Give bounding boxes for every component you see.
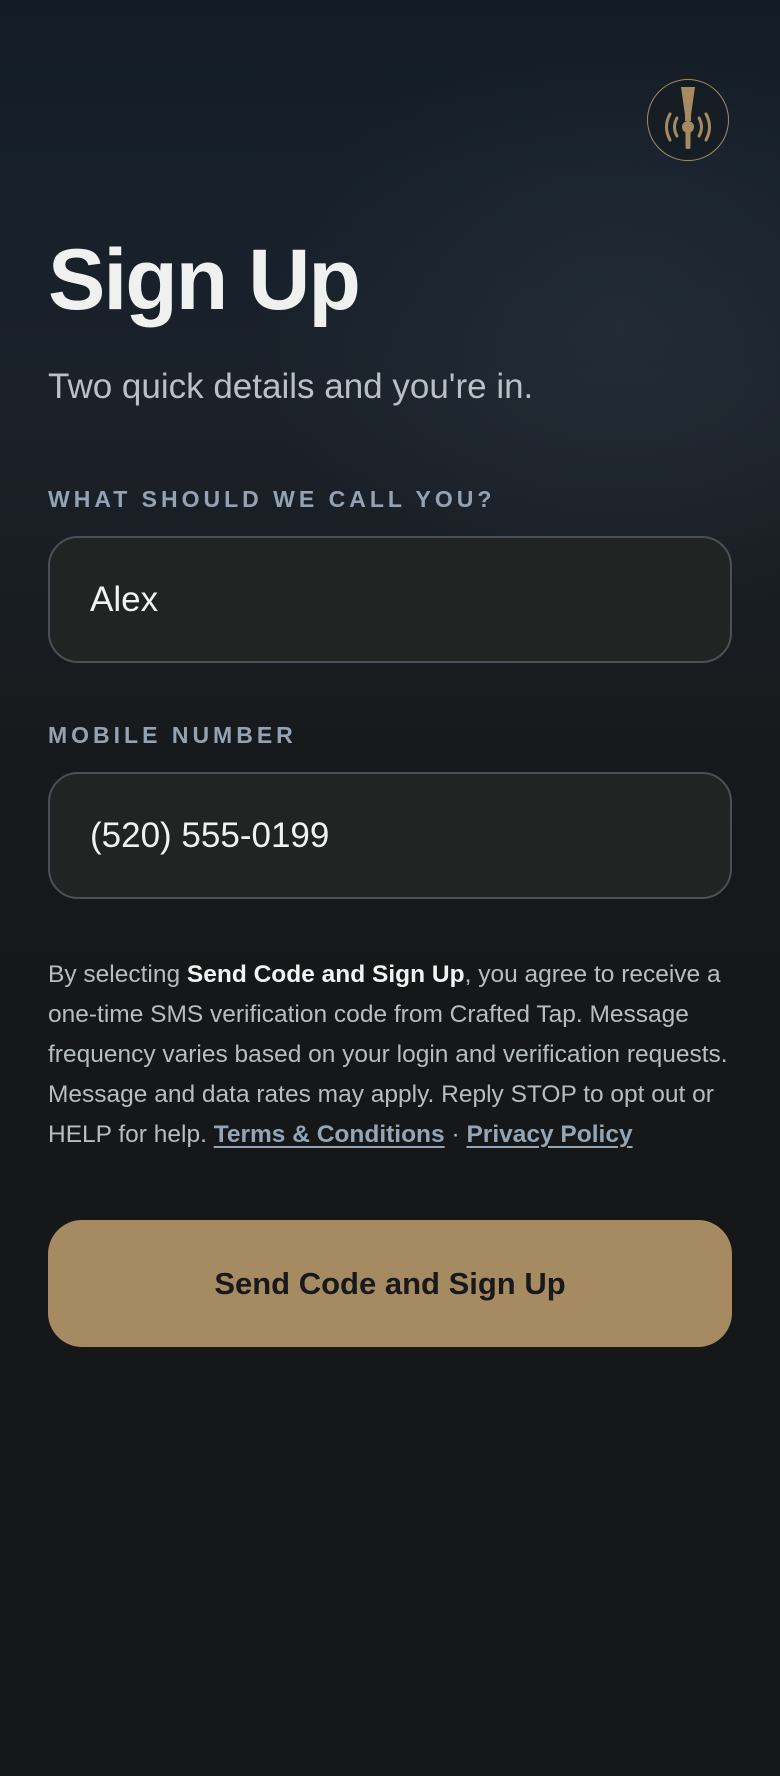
name-input[interactable] (90, 579, 730, 620)
privacy-policy-link[interactable]: Privacy Policy (466, 1121, 632, 1148)
phone-field[interactable] (48, 772, 732, 899)
send-code-sign-up-button[interactable]: Send Code and Sign Up (48, 1220, 732, 1347)
phone-field-label: MOBILE NUMBER (48, 722, 297, 748)
consent-button-reference: Send Code and Sign Up (186, 961, 465, 988)
page-title: Sign Up (48, 232, 361, 328)
sign-up-screen: Sign Up Two quick details and you're in.… (0, 0, 780, 1776)
link-separator: · (444, 1121, 467, 1148)
consent-prefix: By selecting (48, 961, 187, 988)
name-field-label: WHAT SHOULD WE CALL YOU? (48, 486, 496, 512)
consent-body: , you agree to receive a one-time SMS ve… (48, 961, 728, 1148)
terms-link[interactable]: Terms & Conditions (214, 1121, 445, 1148)
phone-input[interactable] (90, 815, 730, 856)
page-subtitle: Two quick details and you're in. (48, 367, 534, 406)
brand-logo (647, 79, 729, 161)
name-field[interactable] (48, 536, 732, 663)
beer-tap-icon (665, 87, 711, 149)
sms-consent-text: By selecting Send Code and Sign Up, you … (48, 955, 738, 1155)
